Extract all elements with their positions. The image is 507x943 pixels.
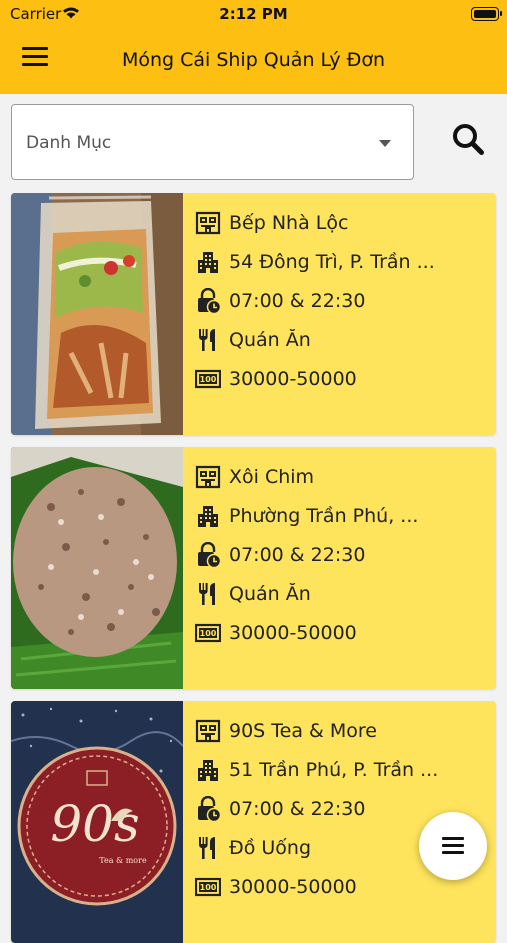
store-address-row: 54 Đông Trì, P. Trần ... xyxy=(195,242,488,281)
store-type-row: Quán Ăn xyxy=(195,574,488,613)
city-icon xyxy=(195,503,221,529)
store-address-row: 51 Trần Phú, P. Trần ... xyxy=(195,750,488,789)
store-name-row: Xôi Chim xyxy=(195,457,488,496)
store-name: Xôi Chim xyxy=(229,465,315,488)
money-icon xyxy=(195,366,221,392)
store-card[interactable]: Xôi Chim Phường Trần Phú, ... 07:00 & 22… xyxy=(11,447,496,689)
lock-clock-icon xyxy=(195,542,221,568)
store-icon xyxy=(195,464,221,490)
store-card[interactable]: 90s Tea & more 90S Tea & More 51 Trần Ph… xyxy=(11,701,496,943)
store-price-row: 30000-50000 xyxy=(195,359,488,398)
store-hours: 07:00 & 22:30 xyxy=(229,289,366,312)
search-icon[interactable] xyxy=(449,120,489,160)
store-name-row: 90S Tea & More xyxy=(195,711,488,750)
store-hours-row: 07:00 & 22:30 xyxy=(195,535,488,574)
store-hours: 07:00 & 22:30 xyxy=(229,543,366,566)
store-type: Quán Ăn xyxy=(229,328,311,351)
store-price: 30000-50000 xyxy=(229,875,357,898)
store-type: Đồ Uống xyxy=(229,836,312,859)
status-time: 2:12 PM xyxy=(219,5,288,23)
city-icon xyxy=(195,249,221,275)
page-title: Móng Cái Ship Quản Lý Đơn xyxy=(121,49,386,71)
category-dropdown[interactable]: Danh Mục xyxy=(11,104,414,180)
store-price-row: 30000-50000 xyxy=(195,613,488,652)
store-address: 51 Trần Phú, P. Trần ... xyxy=(229,758,439,781)
store-hours: 07:00 & 22:30 xyxy=(229,797,366,820)
category-dropdown-label: Danh Mục xyxy=(26,133,112,153)
floating-menu-button[interactable] xyxy=(419,812,487,880)
money-icon xyxy=(195,874,221,900)
store-type: Quán Ăn xyxy=(229,582,311,605)
battery-tip-icon xyxy=(500,11,502,16)
lock-clock-icon xyxy=(195,288,221,314)
menu-icon-line xyxy=(442,837,464,840)
store-icon xyxy=(195,210,221,236)
app-header: Carrier 2:12 PM Móng Cái Ship Quản Lý Đơ… xyxy=(0,0,507,94)
restaurant-icon xyxy=(195,327,221,353)
logo-tagline-text: Tea & more xyxy=(99,856,147,865)
menu-icon-line xyxy=(442,851,464,854)
lock-clock-icon xyxy=(195,796,221,822)
store-card[interactable]: Bếp Nhà Lộc 54 Đông Trì, P. Trần ... 07:… xyxy=(11,193,496,435)
restaurant-icon xyxy=(195,835,221,861)
store-name: 90S Tea & More xyxy=(229,719,377,742)
restaurant-icon xyxy=(195,581,221,607)
store-photo-90s-logo: 90s Tea & more xyxy=(11,701,183,943)
store-photo-salad xyxy=(11,193,183,435)
store-address-row: Phường Trần Phú, ... xyxy=(195,496,488,535)
store-price: 30000-50000 xyxy=(229,367,357,390)
store-type-row: Quán Ăn xyxy=(195,320,488,359)
store-hours-row: 07:00 & 22:30 xyxy=(195,281,488,320)
chevron-down-icon xyxy=(379,140,391,147)
money-icon xyxy=(195,620,221,646)
store-address: Phường Trần Phú, ... xyxy=(229,504,419,527)
store-icon xyxy=(195,718,221,744)
store-name: Bếp Nhà Lộc xyxy=(229,211,349,234)
battery-icon xyxy=(471,7,499,21)
store-address: 54 Đông Trì, P. Trần ... xyxy=(229,250,435,273)
city-icon xyxy=(195,757,221,783)
logo-90s-text: 90s xyxy=(50,795,139,853)
store-price: 30000-50000 xyxy=(229,621,357,644)
store-photo-sticky-rice xyxy=(11,447,183,689)
menu-icon-line xyxy=(442,844,464,847)
store-name-row: Bếp Nhà Lộc xyxy=(195,203,488,242)
